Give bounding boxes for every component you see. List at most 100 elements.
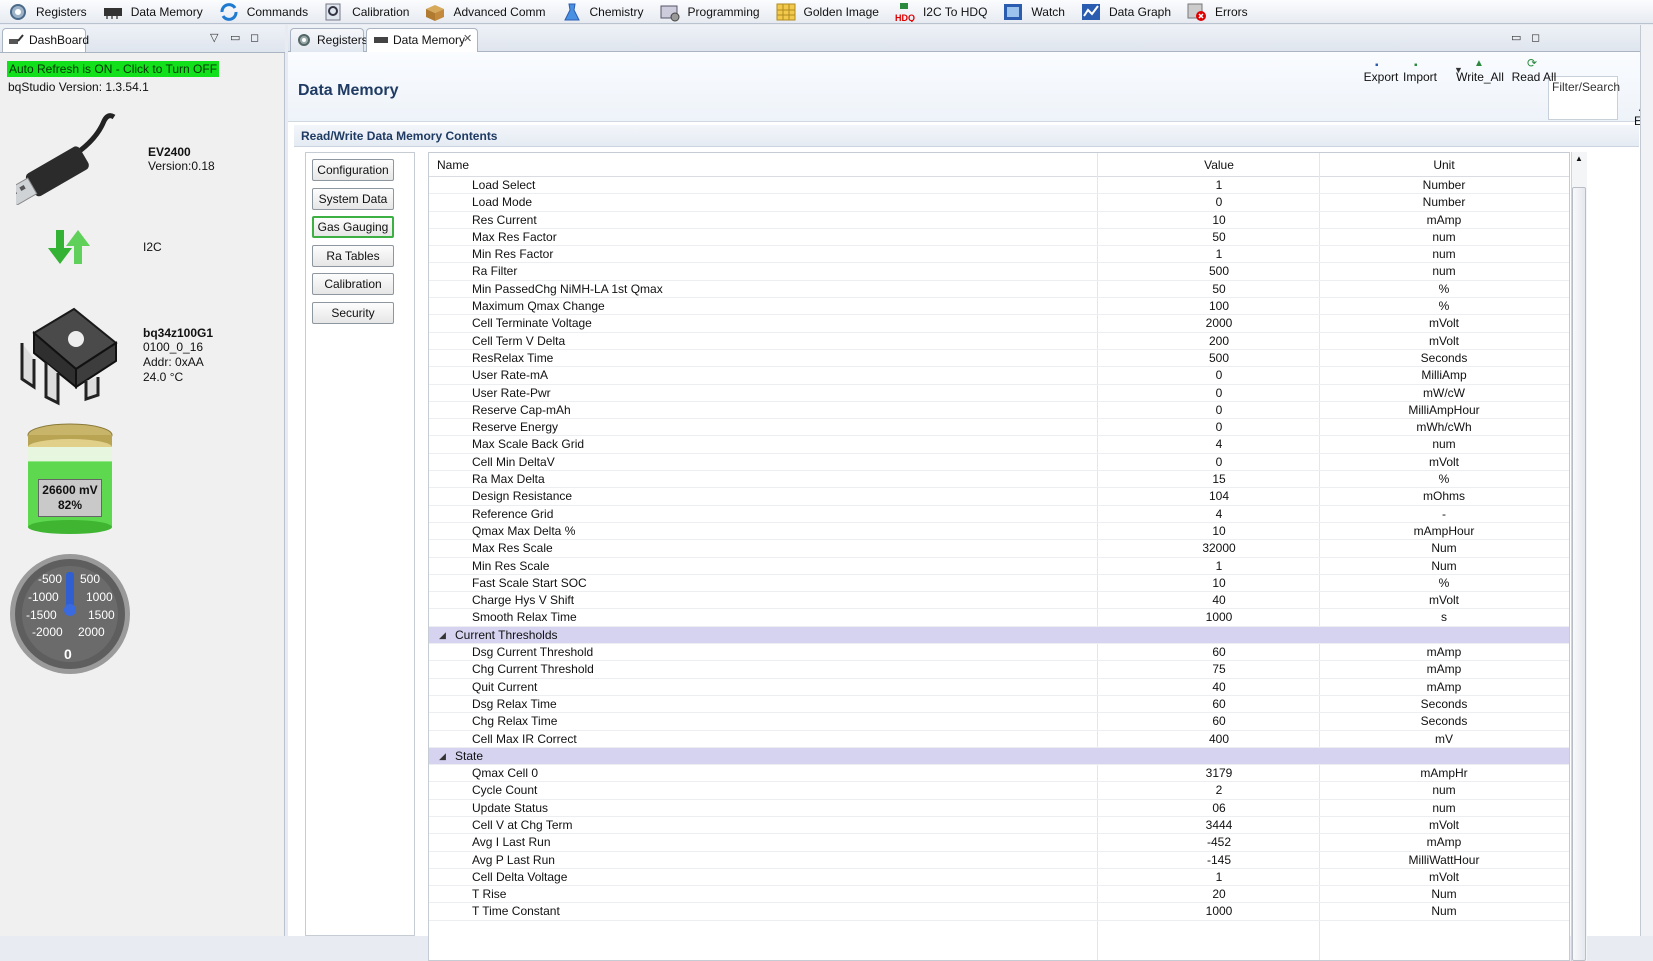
row-value[interactable]: -452 <box>1109 834 1329 851</box>
row-value[interactable]: 40 <box>1109 592 1329 609</box>
collapse-arrow-icon[interactable]: ◢ <box>439 748 446 765</box>
row-value[interactable]: 104 <box>1109 488 1329 505</box>
table-row[interactable]: Cell Max IR Correct 400 mV <box>429 731 1569 748</box>
row-value[interactable]: 0 <box>1109 419 1329 436</box>
table-row[interactable]: Quit Current 40 mAmp <box>429 679 1569 696</box>
column-unit[interactable]: Unit <box>1334 158 1554 172</box>
table-row[interactable]: User Rate-Pwr 0 mW/cW <box>429 385 1569 402</box>
toolbar-item-data-graph[interactable]: Data Graph <box>1073 0 1179 24</box>
class-button-calibration[interactable]: Calibration <box>312 273 394 295</box>
table-row[interactable]: Cell Delta Voltage 1 mVolt <box>429 869 1569 887</box>
table-row[interactable]: Reference Grid 4 - <box>429 506 1569 523</box>
auto-refresh-toggle[interactable]: Auto Refresh is ON - Click to Turn OFF <box>7 61 220 77</box>
table-row[interactable]: User Rate-mA 0 MilliAmp <box>429 367 1569 385</box>
table-row[interactable]: Load Mode 0 Number <box>429 194 1569 212</box>
maximize-icon[interactable]: ◻ <box>1531 31 1540 44</box>
row-value[interactable]: 200 <box>1109 333 1329 350</box>
toolbar-item-i2c-to-hdq[interactable]: HDQ I2C To HDQ <box>887 0 995 24</box>
toolbar-item-registers[interactable]: Registers <box>0 0 95 24</box>
class-button-security[interactable]: Security <box>312 301 394 324</box>
tab-data-memory[interactable]: Data Memory ✕ <box>366 28 478 52</box>
row-value[interactable]: 0 <box>1109 367 1329 384</box>
toolbar-item-advanced-comm[interactable]: Advanced Comm <box>417 0 553 24</box>
table-row[interactable]: Fast Scale Start SOC 10% <box>429 575 1569 593</box>
row-value[interactable]: 3444 <box>1109 817 1329 834</box>
table-row[interactable]: Cell Term V Delta 200 mVolt <box>429 333 1569 350</box>
table-row[interactable]: Smooth Relax Time 1000 s <box>429 609 1569 627</box>
table-row[interactable]: Max Scale Back Grid 4 num <box>429 436 1569 454</box>
class-button-configuration[interactable]: Configuration <box>312 159 394 181</box>
table-row[interactable]: Min Res Factor 1 num <box>429 246 1569 264</box>
row-value[interactable]: 1 <box>1109 558 1329 575</box>
table-row[interactable]: Reserve Cap-mAh 0 MilliAmpHour <box>429 402 1569 420</box>
table-row[interactable]: Design Resistance 104 mOhms <box>429 488 1569 506</box>
table-row[interactable]: Cell Terminate Voltage 2000 mVolt <box>429 315 1569 333</box>
table-row[interactable]: Res Current 10 mAmp <box>429 212 1569 229</box>
table-row[interactable]: Avg P Last Run -145 MilliWattHour <box>429 852 1569 869</box>
table-row[interactable]: Cycle Count 2 num <box>429 782 1569 800</box>
table-row[interactable]: Load Select 1 Number <box>429 177 1569 195</box>
row-value[interactable]: 75 <box>1109 661 1329 678</box>
toolbar-item-calibration[interactable]: Calibration <box>316 0 417 24</box>
row-value[interactable]: 1 <box>1109 246 1329 263</box>
row-value[interactable]: 0 <box>1109 194 1329 211</box>
row-value[interactable]: 1000 <box>1109 609 1329 626</box>
row-value[interactable]: -145 <box>1109 852 1329 869</box>
table-row[interactable]: Ra Max Delta 15% <box>429 471 1569 489</box>
row-value[interactable]: 4 <box>1109 506 1329 523</box>
row-value[interactable]: 60 <box>1109 696 1329 713</box>
row-value[interactable]: 1 <box>1109 869 1329 886</box>
row-value[interactable]: 500 <box>1109 263 1329 280</box>
table-row[interactable]: Max Res Factor 50 num <box>429 229 1569 247</box>
class-button-system-data[interactable]: System Data <box>312 187 394 210</box>
table-row[interactable]: Update Status 06 num <box>429 800 1569 817</box>
table-group-row[interactable]: ◢ Current Thresholds <box>429 626 1569 645</box>
toolbar-item-chemistry[interactable]: Chemistry <box>554 0 652 24</box>
row-value[interactable]: 3179 <box>1109 765 1329 782</box>
row-value[interactable]: 10 <box>1109 575 1329 592</box>
row-value[interactable]: 60 <box>1109 644 1329 661</box>
column-value[interactable]: Value <box>1109 158 1329 172</box>
table-row[interactable]: Qmax Max Delta % 10 mAmpHour <box>429 523 1569 541</box>
minimize-icon[interactable]: ▭ <box>230 31 240 44</box>
row-value[interactable]: 32000 <box>1109 540 1329 557</box>
row-value[interactable]: 10 <box>1109 523 1329 540</box>
row-value[interactable]: 15 <box>1109 471 1329 488</box>
collapse-arrow-icon[interactable]: ◢ <box>439 627 446 644</box>
row-value[interactable]: 2 <box>1109 782 1329 799</box>
table-row[interactable]: Cell Min DeltaV 0 mVolt <box>429 454 1569 472</box>
close-icon[interactable]: ✕ <box>463 32 472 45</box>
row-value[interactable]: 50 <box>1109 229 1329 246</box>
row-value[interactable]: 0 <box>1109 402 1329 419</box>
toolbar-item-golden-image[interactable]: Golden Image <box>768 0 887 24</box>
row-value[interactable]: 60 <box>1109 713 1329 730</box>
read-all-button[interactable]: ⟳ Read All <box>1494 56 1574 84</box>
maximize-icon[interactable]: ◻ <box>250 31 259 44</box>
row-value[interactable]: 50 <box>1109 281 1329 298</box>
table-row[interactable]: T Time Constant 1000 Num <box>429 903 1569 921</box>
row-value[interactable]: 06 <box>1109 800 1329 817</box>
tab-registers[interactable]: Registers <box>290 28 368 52</box>
toolbar-item-data-memory[interactable]: Data Memory <box>95 0 211 24</box>
class-button-gas-gauging[interactable]: Gas Gauging <box>312 216 394 238</box>
table-row[interactable]: Dsg Relax Time 60 Seconds <box>429 696 1569 714</box>
row-value[interactable]: 4 <box>1109 436 1329 453</box>
table-row[interactable]: Qmax Cell 0 3179 mAmpHr <box>429 765 1569 783</box>
table-row[interactable]: Min Res Scale 1 Num <box>429 558 1569 575</box>
table-row[interactable]: ResRelax Time 500 Seconds <box>429 350 1569 368</box>
table-row[interactable]: Max Res Scale 32000 Num <box>429 540 1569 558</box>
toolbar-item-programming[interactable]: Programming <box>652 0 768 24</box>
row-value[interactable]: 0 <box>1109 385 1329 402</box>
row-value[interactable]: 40 <box>1109 679 1329 696</box>
table-row[interactable]: T Rise 20 Num <box>429 886 1569 904</box>
view-menu-icon[interactable]: ▽ <box>210 31 218 44</box>
class-button-ra-tables[interactable]: Ra Tables <box>312 244 394 267</box>
table-row[interactable]: Maximum Qmax Change 100% <box>429 298 1569 316</box>
table-row[interactable]: Dsg Current Threshold 60 mAmp <box>429 644 1569 662</box>
column-name[interactable]: Name <box>437 158 469 172</box>
table-row[interactable]: Avg I Last Run -452 mAmp <box>429 834 1569 852</box>
table-row[interactable]: Chg Relax Time 60 Seconds <box>429 713 1569 731</box>
row-value[interactable]: 1 <box>1109 177 1329 194</box>
row-value[interactable]: 0 <box>1109 454 1329 471</box>
toolbar-item-commands[interactable]: Commands <box>211 0 316 24</box>
